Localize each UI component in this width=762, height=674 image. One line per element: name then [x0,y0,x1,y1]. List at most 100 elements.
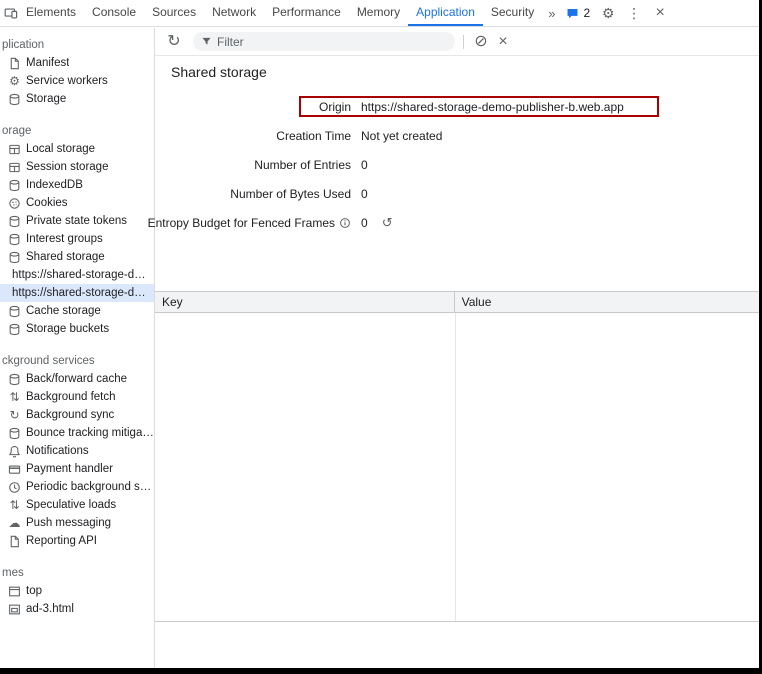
sidebar-item-periodic-background-sync[interactable]: Periodic background s… [0,478,154,496]
more-vertical-icon[interactable]: ⋮ [621,6,647,20]
sidebar-item-shared-storage[interactable]: Shared storage [0,248,154,266]
reset-icon[interactable]: ↺ [382,216,393,229]
sidebar-item-storage-buckets[interactable]: Storage buckets [0,320,154,338]
bell-icon [7,444,22,458]
close-icon[interactable]: × [492,31,514,53]
payment-card-icon [7,462,22,476]
sidebar-item-service-workers[interactable]: ⚙ Service workers [0,72,154,90]
sidebar-item-frame-top[interactable]: top [0,582,154,600]
report-row-number-of-entries: Number of Entries 0 [155,150,759,179]
sidebar-item-private-state-tokens[interactable]: Private state tokens [0,212,154,230]
filter-input[interactable] [217,35,447,49]
sidebar-item-background-fetch[interactable]: ⇅ Background fetch [0,388,154,406]
sync-icon: ↻ [7,408,22,422]
clock-icon [7,480,22,494]
application-sidebar: plication Manifest ⚙ Service workers Sto… [0,28,155,668]
database-icon [7,250,22,264]
info-icon[interactable] [339,217,351,229]
sidebar-item-bounce-tracking-mitigations[interactable]: Bounce tracking mitiga… [0,424,154,442]
sidebar-item-cache-storage[interactable]: Cache storage [0,302,154,320]
sidebar-item-cookies[interactable]: Cookies [0,194,154,212]
database-icon [7,232,22,246]
database-icon [7,426,22,440]
clear-icon[interactable]: ⊘ [470,31,492,53]
filter-funnel-icon [201,36,212,47]
sidebar-item-indexeddb[interactable]: IndexedDB [0,176,154,194]
sidebar-item-local-storage[interactable]: Local storage [0,140,154,158]
tab-application[interactable]: Application [408,0,483,26]
panel-toolbar: ↻ ⊘ × [155,28,759,56]
iframe-icon [7,602,22,616]
sidebar-item-interest-groups[interactable]: Interest groups [0,230,154,248]
sidebar-item-payment-handler[interactable]: Payment handler [0,460,154,478]
section-background-services: ckground services Back/forward cache ⇅ B… [0,352,154,550]
column-header-key[interactable]: Key [155,292,455,312]
sidebar-item-back-forward-cache[interactable]: Back/forward cache [0,370,154,388]
sidebar-item-reporting-api[interactable]: Reporting API [0,532,154,550]
tab-sources[interactable]: Sources [144,0,204,26]
database-icon [7,178,22,192]
tab-performance[interactable]: Performance [264,0,349,26]
device-toolbar-icon[interactable] [4,0,18,26]
arrows-up-down-icon: ⇅ [7,498,22,512]
column-header-value[interactable]: Value [455,292,759,312]
tab-elements[interactable]: Elements [18,0,84,26]
grid-header: Key Value [155,292,759,313]
section-application: plication Manifest ⚙ Service workers Sto… [0,36,154,108]
section-header-storage: orage [0,122,154,140]
frame-icon [7,584,22,598]
shared-storage-panel: ↻ ⊘ × Shared storage Origin https://shar… [155,28,759,668]
database-icon [7,322,22,336]
tab-network[interactable]: Network [204,0,264,26]
database-icon [7,304,22,318]
close-icon[interactable]: × [647,5,673,21]
table-icon [7,142,22,156]
sidebar-item-session-storage[interactable]: Session storage [0,158,154,176]
sidebar-item-manifest[interactable]: Manifest [0,54,154,72]
report-row-number-of-bytes-used: Number of Bytes Used 0 [155,179,759,208]
message-count: 2 [583,6,590,20]
gear-icon: ⚙ [7,74,22,88]
sidebar-item-notifications[interactable]: Notifications [0,442,154,460]
tab-bar: Elements Console Sources Network Perform… [0,0,759,27]
document-icon [7,56,22,70]
sidebar-item-shared-storage-origin-2[interactable]: https://shared-storage-d… [0,284,154,302]
tabbar-right-controls: 2 ⚙ ⋮ × [561,0,673,26]
tab-security[interactable]: Security [483,0,542,26]
devtools-window: Elements Console Sources Network Perform… [0,0,759,668]
devtools-body: plication Manifest ⚙ Service workers Sto… [0,28,759,668]
arrows-up-down-icon: ⇅ [7,390,22,404]
messages-icon [566,7,579,20]
cookie-icon [7,196,22,210]
document-icon [7,534,22,548]
sidebar-item-shared-storage-origin-1[interactable]: https://shared-storage-d… [0,266,154,284]
messages-badge[interactable]: 2 [561,6,595,20]
report-row-entropy-budget: Entropy Budget for Fenced Frames 0 ↺ [155,208,759,237]
database-icon [7,92,22,106]
gear-icon[interactable]: ⚙ [595,6,621,20]
report-row-creation-time: Creation Time Not yet created [155,121,759,150]
report-row-origin: Origin https://shared-storage-demo-publi… [155,92,759,121]
tab-memory[interactable]: Memory [349,0,408,26]
sidebar-item-speculative-loads[interactable]: ⇅ Speculative loads [0,496,154,514]
database-icon [7,372,22,386]
cloud-icon: ☁ [7,516,22,530]
page-title: Shared storage [171,64,759,80]
section-header-background-services: ckground services [0,352,154,370]
sidebar-item-push-messaging[interactable]: ☁ Push messaging [0,514,154,532]
filter-box[interactable] [193,32,455,51]
sidebar-item-background-sync[interactable]: ↻ Background sync [0,406,154,424]
section-frames: mes top ad-3.html [0,564,154,618]
tab-console[interactable]: Console [84,0,144,26]
grid-body-empty [155,313,759,622]
section-storage: orage Local storage Session storage Inde… [0,122,154,338]
more-tabs-chevron-icon[interactable]: » [542,0,561,26]
sidebar-item-storage[interactable]: Storage [0,90,154,108]
database-icon [7,214,22,228]
section-header-application: plication [0,36,154,54]
report-rows: Origin https://shared-storage-demo-publi… [155,92,759,237]
table-icon [7,160,22,174]
toolbar-divider [463,35,464,49]
refresh-icon[interactable]: ↻ [163,31,185,53]
sidebar-item-frame-ad-3[interactable]: ad-3.html [0,600,154,618]
